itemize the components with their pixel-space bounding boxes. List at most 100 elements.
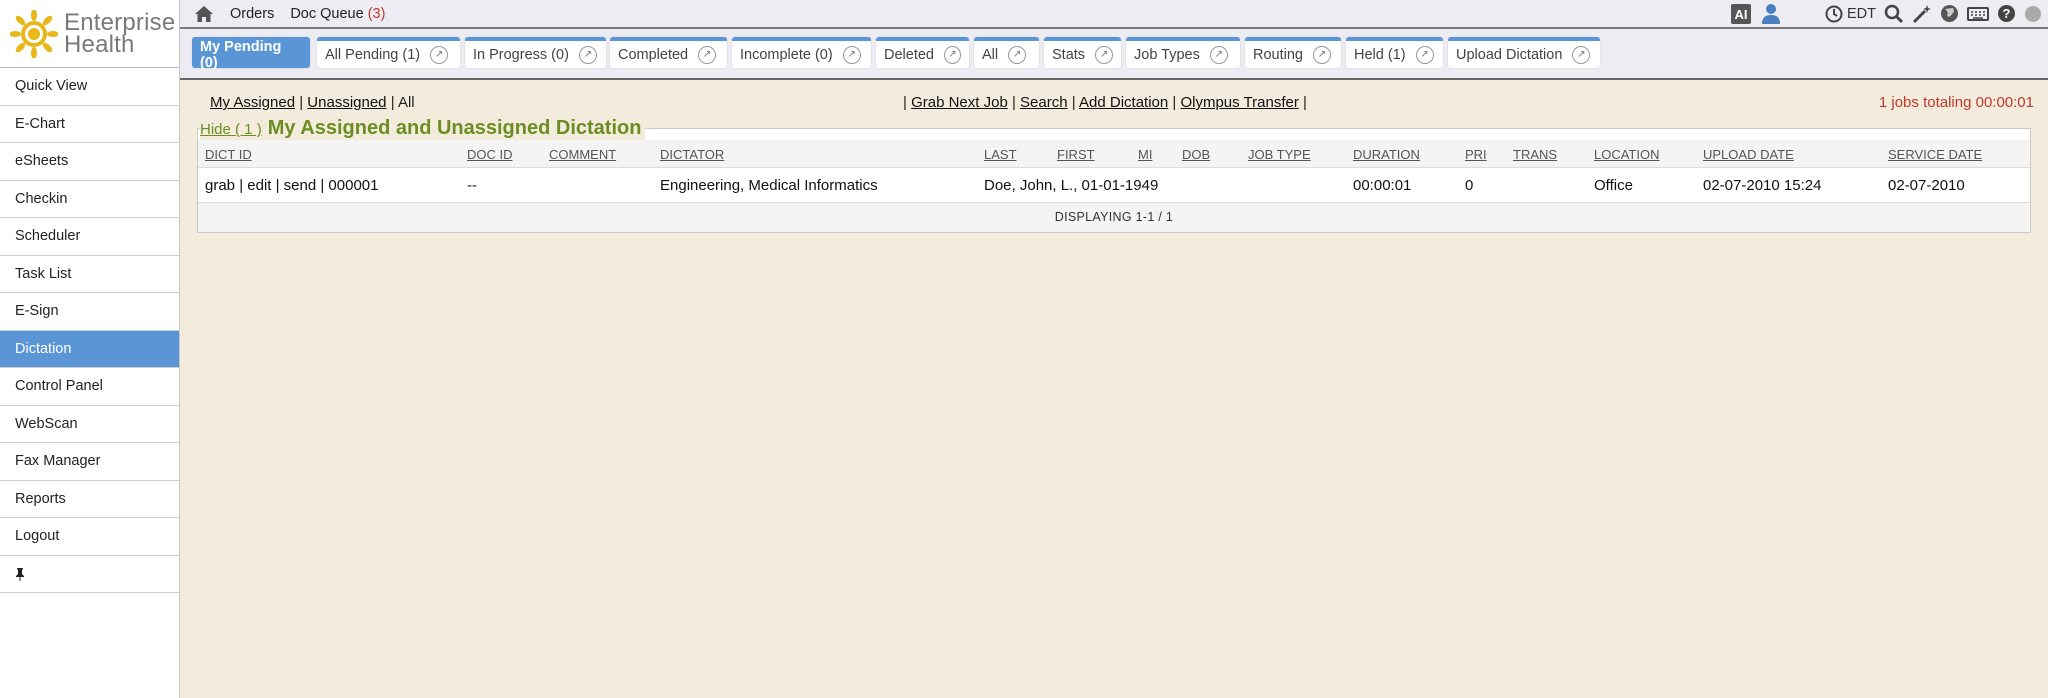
hide-panel-link[interactable]: Hide ( 1 ) xyxy=(200,121,262,138)
tab-label: Stats xyxy=(1052,46,1086,63)
tab-job-types[interactable]: Job Types ↗ xyxy=(1126,37,1240,68)
popout-icon[interactable]: ↗ xyxy=(1008,45,1027,64)
popout-icon[interactable]: ↗ xyxy=(1312,45,1331,64)
filter-my-assigned[interactable]: My Assigned xyxy=(210,94,295,111)
tab-all[interactable]: All ↗ xyxy=(974,37,1039,68)
home-icon[interactable] xyxy=(194,5,214,23)
doc-queue-label: Doc Queue xyxy=(290,5,364,22)
sidebar-item-e-sign[interactable]: E-Sign xyxy=(0,293,179,331)
sidebar-item-logout[interactable]: Logout xyxy=(0,518,179,556)
sidebar-item-dictation[interactable]: Dictation xyxy=(0,330,179,368)
add-dictation-link[interactable]: Add Dictation xyxy=(1079,94,1168,111)
tab-deleted[interactable]: Deleted ↗ xyxy=(876,37,969,68)
tab-upload-dictation[interactable]: Upload Dictation ↗ xyxy=(1448,37,1600,68)
col-duration[interactable]: DURATION xyxy=(1353,147,1420,162)
doc-queue-link[interactable]: Doc Queue (3) xyxy=(290,6,385,22)
popout-icon[interactable]: ↗ xyxy=(1095,45,1113,64)
col-dictator[interactable]: DICTATOR xyxy=(660,147,724,162)
sidebar-item-scheduler[interactable]: Scheduler xyxy=(0,218,179,256)
sidebar-item-fax-manager[interactable]: Fax Manager xyxy=(0,443,179,481)
tab-label: Routing xyxy=(1253,46,1303,63)
filter-unassigned[interactable]: Unassigned xyxy=(307,94,386,111)
tab-label: My Pending (0) xyxy=(200,38,282,71)
sidebar-item-quick-view[interactable]: Quick View xyxy=(0,68,179,106)
popout-icon[interactable]: ↗ xyxy=(578,45,597,64)
table-row[interactable]: grab | edit | send | 000001 -- Engineeri… xyxy=(198,168,2030,203)
svg-text:?: ? xyxy=(2003,6,2011,21)
sidebar-item-reports[interactable]: Reports xyxy=(0,481,179,518)
user-icon[interactable] xyxy=(1761,3,1781,25)
popout-icon[interactable]: ↗ xyxy=(1209,45,1228,64)
cell-duration: 00:00:01 xyxy=(1353,177,1412,194)
col-first[interactable]: FIRST xyxy=(1057,147,1095,162)
separator: | xyxy=(299,94,304,111)
olympus-transfer-link[interactable]: Olympus Transfer xyxy=(1180,94,1298,111)
col-job-type[interactable]: JOB TYPE xyxy=(1248,147,1311,162)
tab-label: In Progress (0) xyxy=(473,46,569,63)
popout-icon[interactable]: ↗ xyxy=(842,45,861,64)
tab-completed[interactable]: Completed ↗ xyxy=(610,37,727,68)
top-bar: Orders Doc Queue (3) AI EDT ? xyxy=(180,0,2048,29)
col-doc-id[interactable]: DOC ID xyxy=(467,147,513,162)
popout-icon[interactable]: ↗ xyxy=(943,45,961,64)
pin-sidebar-button[interactable] xyxy=(0,556,179,593)
separator: | xyxy=(1172,94,1177,111)
cell-doc-id: -- xyxy=(467,177,477,194)
sidebar-item-task-list[interactable]: Task List xyxy=(0,256,179,293)
sun-logo-icon xyxy=(10,9,58,58)
col-mi[interactable]: MI xyxy=(1138,147,1152,162)
help-button[interactable]: ? xyxy=(1997,4,2016,23)
status-indicator[interactable] xyxy=(2024,5,2042,23)
sidebar-item-checkin[interactable]: Checkin xyxy=(0,181,179,218)
sidebar-item-webscan[interactable]: WebScan xyxy=(0,406,179,443)
globe-button[interactable] xyxy=(1940,4,1959,23)
grid-footer: DISPLAYING 1-1 / 1 xyxy=(198,203,2030,232)
grab-next-job-link[interactable]: Grab Next Job xyxy=(911,94,1008,111)
magic-wand-icon xyxy=(1912,4,1931,23)
tab-in-progress[interactable]: In Progress (0) ↗ xyxy=(465,37,606,68)
sidebar-item-control-panel[interactable]: Control Panel xyxy=(0,368,179,406)
col-service-date[interactable]: SERVICE DATE xyxy=(1888,147,1982,162)
ai-button[interactable]: AI xyxy=(1731,4,1751,24)
tab-label: Upload Dictation xyxy=(1456,46,1563,63)
separator: | xyxy=(1011,94,1016,111)
search-button[interactable] xyxy=(1884,4,1904,24)
top-tools: EDT ? xyxy=(1825,0,2048,27)
tab-routing[interactable]: Routing ↗ xyxy=(1245,37,1341,68)
col-pri[interactable]: PRI xyxy=(1465,147,1487,162)
cell-service-date: 02-07-2010 xyxy=(1888,177,1965,194)
popout-icon[interactable]: ↗ xyxy=(1572,45,1591,64)
tab-label: Held (1) xyxy=(1354,46,1406,63)
popout-icon[interactable]: ↗ xyxy=(1415,45,1434,64)
tab-my-pending[interactable]: My Pending (0) xyxy=(192,37,310,71)
tab-stats[interactable]: Stats ↗ xyxy=(1044,37,1121,68)
timezone-label: EDT xyxy=(1847,5,1876,22)
search-icon xyxy=(1884,4,1904,23)
col-dob[interactable]: DOB xyxy=(1182,147,1210,162)
cell-dict-id[interactable]: grab | edit | send | 000001 xyxy=(205,177,378,194)
sidebar-item-esheets[interactable]: eSheets xyxy=(0,143,179,181)
orders-link[interactable]: Orders xyxy=(230,6,274,22)
tab-incomplete[interactable]: Incomplete (0) ↗ xyxy=(732,37,871,68)
brand-name: Enterprise Health xyxy=(64,10,175,56)
popout-icon[interactable]: ↗ xyxy=(430,45,449,64)
col-trans[interactable]: TRANS xyxy=(1513,147,1557,162)
col-last[interactable]: LAST xyxy=(984,147,1017,162)
sidebar-item-e-chart[interactable]: E-Chart xyxy=(0,106,179,143)
timezone-display[interactable]: EDT xyxy=(1825,5,1876,23)
panel-header: Hide ( 1 ) My Assigned and Unassigned Di… xyxy=(200,117,646,140)
keyboard-button[interactable] xyxy=(1967,6,1989,22)
col-location[interactable]: LOCATION xyxy=(1594,147,1660,162)
globe-icon xyxy=(1941,5,1958,22)
help-icon: ? xyxy=(1998,5,2015,22)
separator: | xyxy=(390,94,395,111)
tab-held[interactable]: Held (1) ↗ xyxy=(1346,37,1443,68)
magic-wand-button[interactable] xyxy=(1912,4,1932,24)
col-dict-id[interactable]: DICT ID xyxy=(205,147,252,162)
filter-all[interactable]: All xyxy=(398,94,415,111)
col-upload-date[interactable]: UPLOAD DATE xyxy=(1703,147,1794,162)
popout-icon[interactable]: ↗ xyxy=(698,45,717,64)
search-link[interactable]: Search xyxy=(1020,94,1068,111)
tab-all-pending[interactable]: All Pending (1) ↗ xyxy=(317,37,460,68)
col-comment[interactable]: COMMENT xyxy=(549,147,616,162)
